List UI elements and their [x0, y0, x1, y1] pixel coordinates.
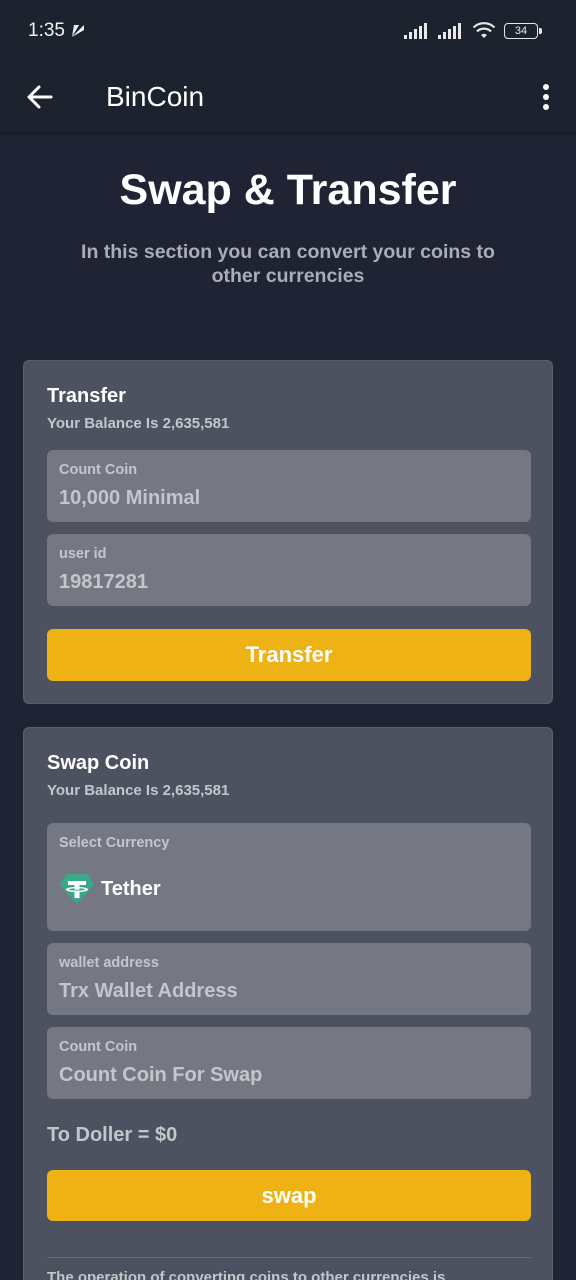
battery-level: 34: [514, 25, 528, 37]
back-button[interactable]: [0, 62, 80, 132]
currency-select[interactable]: Select Currency Tether: [47, 823, 531, 931]
status-bar: 1:35 34: [0, 0, 576, 62]
swap-note: The operation of converting coins to oth…: [47, 1269, 446, 1280]
tether-icon: [60, 874, 94, 904]
transfer-count-label: Count Coin: [59, 462, 138, 478]
app-title: BinCoin: [106, 81, 205, 112]
transfer-button[interactable]: Transfer: [47, 629, 531, 681]
transfer-count-input[interactable]: 10,000 Minimal: [59, 487, 200, 510]
swap-balance: Your Balance Is 2,635,581: [47, 782, 230, 799]
user-id-input[interactable]: 19817281: [59, 571, 148, 594]
more-vert-icon: [543, 84, 549, 110]
arrow-left-icon: [27, 85, 53, 109]
currency-label: Select Currency: [59, 835, 170, 851]
swap-card: Swap Coin Your Balance Is 2,635,581 Sele…: [23, 727, 553, 1280]
app-bar: BinCoin: [0, 62, 576, 132]
swap-count-field[interactable]: Count Coin Count Coin For Swap: [47, 1027, 531, 1099]
transfer-title: Transfer: [47, 385, 126, 407]
navigation-arrow-icon: [71, 25, 84, 37]
status-time-text: 1:35: [28, 20, 65, 41]
user-id-field[interactable]: user id 19817281: [47, 534, 531, 606]
page-title: Swap & Transfer: [119, 166, 457, 214]
status-icons: 34: [404, 22, 542, 40]
wallet-address-input[interactable]: Trx Wallet Address: [59, 980, 238, 1003]
transfer-card: Transfer Your Balance Is 2,635,581 Count…: [23, 360, 553, 704]
page-subtitle: In this section you can convert your coi…: [81, 241, 495, 287]
swap-button[interactable]: swap: [47, 1170, 531, 1221]
wallet-address-field[interactable]: wallet address Trx Wallet Address: [47, 943, 531, 1015]
status-time: 1:35: [28, 20, 85, 42]
user-id-label: user id: [59, 546, 107, 562]
battery-icon: 34: [504, 23, 542, 39]
wallet-address-label: wallet address: [59, 955, 159, 971]
swap-title: Swap Coin: [47, 752, 150, 774]
signal-icon: [404, 23, 427, 39]
divider: [47, 1257, 531, 1258]
transfer-balance: Your Balance Is 2,635,581: [47, 415, 230, 432]
signal-icon-2: [438, 23, 461, 39]
to-dollar-value: To Doller = $0: [47, 1124, 178, 1146]
more-options-button[interactable]: [516, 62, 576, 132]
wifi-icon: [472, 22, 496, 38]
currency-name: Tether: [101, 877, 161, 900]
swap-count-label: Count Coin: [59, 1039, 138, 1055]
swap-count-input[interactable]: Count Coin For Swap: [59, 1064, 262, 1087]
currency-option[interactable]: Tether: [59, 873, 161, 905]
transfer-count-field[interactable]: Count Coin 10,000 Minimal: [47, 450, 531, 522]
